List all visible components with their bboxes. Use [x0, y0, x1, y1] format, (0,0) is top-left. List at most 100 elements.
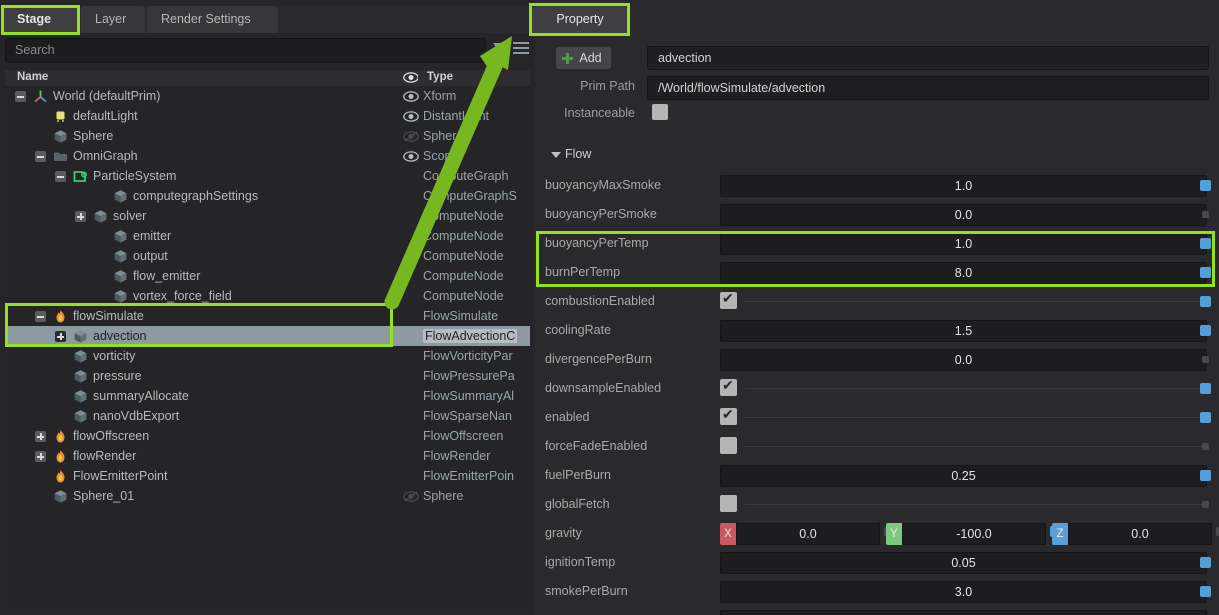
- property-override-indicator[interactable]: [1200, 238, 1211, 249]
- instanceable-checkbox[interactable]: [652, 104, 668, 120]
- expander-toggle[interactable]: [35, 311, 46, 322]
- tree-row-type: FlowOffscreen: [423, 429, 503, 443]
- property-row-buoyancyPerTemp: buoyancyPerTemp1.0: [535, 229, 1219, 258]
- vector-component-y: Y-100.0: [886, 523, 1046, 545]
- property-value-input[interactable]: 0.25: [720, 465, 1207, 487]
- axis-label-y: Y: [886, 523, 902, 545]
- tree-row-flowemitterpoint[interactable]: FlowEmitterPoint FlowEmitterPoin: [5, 466, 530, 486]
- cube-icon: [73, 369, 88, 384]
- property-checkbox[interactable]: [720, 379, 737, 396]
- tree-row-label: flowRender: [73, 449, 136, 463]
- flame-icon: [53, 469, 68, 484]
- property-label: burnPerTemp: [545, 265, 620, 279]
- tab-property[interactable]: Property: [532, 6, 628, 33]
- property-value-input[interactable]: 1.5: [720, 320, 1207, 342]
- property-label: gravity: [545, 526, 582, 540]
- tree-row-label: flow_emitter: [133, 269, 200, 283]
- tree-row-sphere_01[interactable]: Sphere_01Sphere: [5, 486, 530, 506]
- tree-row-type: FlowSparseNan: [423, 409, 512, 423]
- cube-icon: [73, 349, 88, 364]
- tab-stage[interactable]: Stage: [3, 6, 79, 33]
- property-row-forceFadeEnabled: forceFadeEnabled: [535, 432, 1219, 461]
- property-value-input[interactable]: 0.0: [720, 204, 1207, 226]
- property-override-indicator[interactable]: [1200, 267, 1211, 278]
- expander-toggle[interactable]: [55, 331, 66, 342]
- property-override-indicator[interactable]: [1202, 211, 1209, 218]
- property-override-indicator[interactable]: [1200, 412, 1211, 423]
- tree-row-advection[interactable]: advectionFlowAdvectionC: [5, 326, 530, 346]
- axis-value-input-z[interactable]: 0.0: [1068, 523, 1212, 545]
- expander-toggle[interactable]: [55, 171, 66, 182]
- visibility-eye-icon[interactable]: [403, 489, 419, 502]
- prim-name-field[interactable]: advection: [647, 46, 1209, 70]
- property-label: coolingRate: [545, 323, 611, 337]
- tree-row-type: FlowEmitterPoin: [423, 469, 514, 483]
- property-row-globalFetch: globalFetch: [535, 490, 1219, 519]
- property-value-input[interactable]: 8.0: [720, 262, 1207, 284]
- property-override-indicator[interactable]: [1200, 586, 1211, 597]
- property-checkbox[interactable]: [720, 495, 737, 512]
- property-checkbox[interactable]: [720, 437, 737, 454]
- tree-row-type: FlowAdvectionC: [423, 329, 517, 343]
- tab-render-settings[interactable]: Render Settings: [147, 6, 278, 33]
- tree-row-label: Sphere_01: [73, 489, 134, 503]
- flame-icon: [53, 309, 68, 324]
- property-value-input[interactable]: 1.0: [720, 233, 1207, 255]
- property-label: divergencePerBurn: [545, 352, 652, 366]
- expander-toggle[interactable]: [75, 211, 86, 222]
- folder-icon: [53, 149, 68, 164]
- tree-row-nanovdbexport[interactable]: nanoVdbExportFlowSparseNan: [5, 406, 530, 426]
- property-override-indicator[interactable]: [1202, 356, 1209, 363]
- axis-value-input-x[interactable]: 0.0: [736, 523, 880, 545]
- tree-row-pressure[interactable]: pressureFlowPressurePa: [5, 366, 530, 386]
- property-header: Add advection Prim Path /World/flowSimul…: [535, 40, 1219, 135]
- property-checkbox[interactable]: [720, 408, 737, 425]
- expander-toggle[interactable]: [35, 431, 46, 442]
- section-header-flow[interactable]: Flow: [543, 143, 1211, 165]
- property-label: globalFetch: [545, 497, 610, 511]
- property-divider: [745, 417, 1207, 418]
- property-override-indicator[interactable]: [1200, 180, 1211, 191]
- property-override-indicator[interactable]: [1200, 325, 1211, 336]
- property-override-indicator[interactable]: [1200, 296, 1211, 307]
- property-override-indicator[interactable]: [1200, 470, 1211, 481]
- tree-row-label: solver: [113, 209, 146, 223]
- property-checkbox[interactable]: [720, 292, 737, 309]
- property-divider: [745, 301, 1207, 302]
- tab-layer[interactable]: Layer: [81, 6, 145, 33]
- property-override-indicator[interactable]: [1200, 383, 1211, 394]
- cube-icon: [73, 329, 88, 344]
- property-value-input[interactable]: 5.0: [720, 610, 1207, 615]
- property-row-ignitionTemp: ignitionTemp0.05: [535, 548, 1219, 577]
- tree-row-vorticity[interactable]: vorticityFlowVorticityPar: [5, 346, 530, 366]
- property-label: combustionEnabled: [545, 294, 655, 308]
- expander-toggle[interactable]: [15, 91, 26, 102]
- axis-label-z: Z: [1052, 523, 1068, 545]
- add-button[interactable]: Add: [556, 47, 611, 69]
- tree-row-flowrender[interactable]: flowRenderFlowRender: [5, 446, 530, 466]
- property-value-input[interactable]: 0.05: [720, 552, 1207, 574]
- property-value-input[interactable]: 3.0: [720, 581, 1207, 603]
- vector-component-x: X0.0: [720, 523, 880, 545]
- cube-icon: [113, 189, 128, 204]
- expander-toggle[interactable]: [35, 451, 46, 462]
- prim-path-field[interactable]: /World/flowSimulate/advection: [647, 76, 1209, 100]
- vector-component-z: Z0.0: [1052, 523, 1212, 545]
- tree-row-label: FlowEmitterPoint: [73, 469, 167, 483]
- axis-value-input-y[interactable]: -100.0: [902, 523, 1046, 545]
- property-override-indicator[interactable]: [1200, 557, 1211, 568]
- tree-row-flowoffscreen[interactable]: flowOffscreenFlowOffscreen: [5, 426, 530, 446]
- property-value-input[interactable]: 1.0: [720, 175, 1207, 197]
- property-value-input[interactable]: 0.0: [720, 349, 1207, 371]
- chevron-down-icon: [551, 152, 561, 158]
- property-override-indicator[interactable]: [1202, 443, 1209, 450]
- tree-row-summaryallocate[interactable]: summaryAllocateFlowSummaryAl: [5, 386, 530, 406]
- property-override-indicator[interactable]: [1202, 501, 1209, 508]
- expander-toggle[interactable]: [35, 151, 46, 162]
- tree-row-label: vorticity: [93, 349, 135, 363]
- tree-row-label: defaultLight: [73, 109, 138, 123]
- instanceable-label: Instanceable: [535, 106, 635, 120]
- property-label: buoyancyPerSmoke: [545, 207, 657, 221]
- light-icon: [53, 109, 68, 124]
- property-label: forceFadeEnabled: [545, 439, 647, 453]
